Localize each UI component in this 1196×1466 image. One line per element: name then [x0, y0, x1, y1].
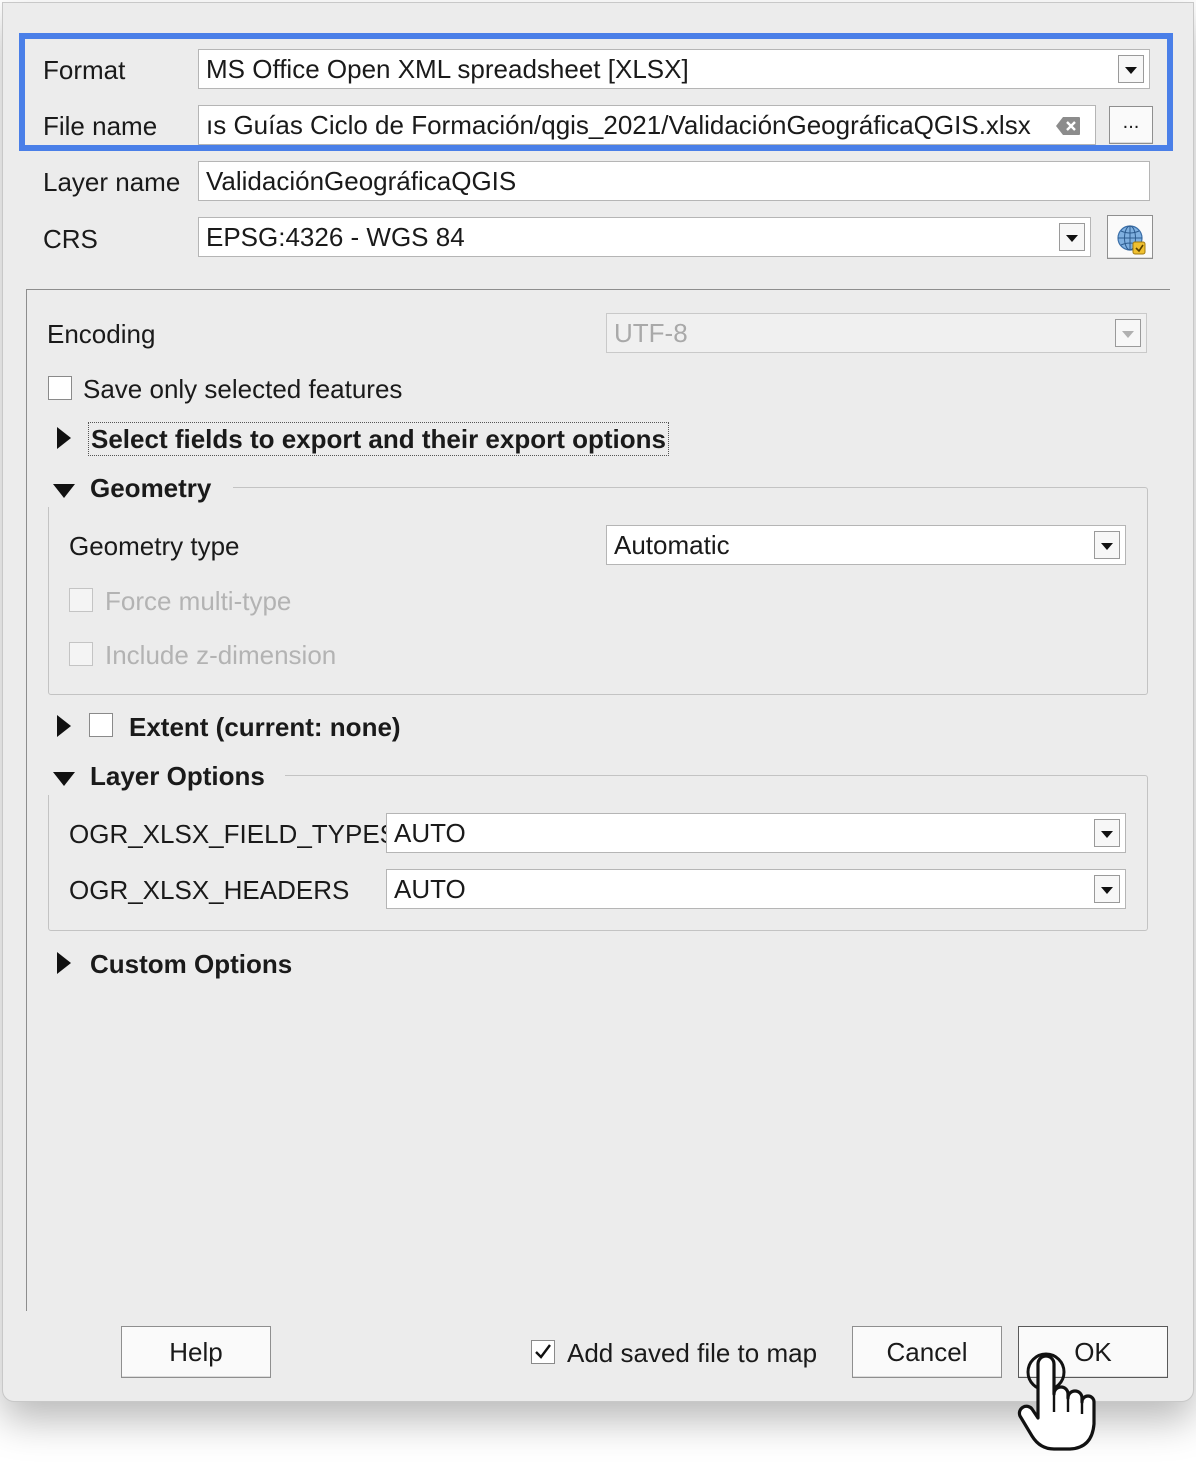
- geometry-type-combo[interactable]: Automatic: [606, 525, 1126, 565]
- add-to-map-label: Add saved file to map: [567, 1338, 818, 1368]
- layer-option-value: AUTO: [394, 818, 466, 848]
- chevron-down-icon[interactable]: [1094, 531, 1120, 559]
- encoding-label: Encoding: [47, 319, 156, 349]
- layer-option-value: AUTO: [394, 874, 466, 904]
- geometry-title[interactable]: Geometry: [90, 473, 211, 504]
- highlight-frame: [19, 33, 1173, 151]
- include-z-label: Include z-dimension: [105, 640, 337, 670]
- encoding-combo: UTF-8: [606, 313, 1147, 353]
- save-selected-label: Save only selected features: [83, 374, 403, 404]
- headers-combo[interactable]: AUTO: [386, 869, 1126, 909]
- checkmark-icon: [535, 1344, 551, 1359]
- expand-arrow-icon[interactable]: [57, 427, 71, 449]
- layername-input[interactable]: ValidaciónGeográficaQGIS: [198, 161, 1150, 201]
- collapse-arrow-icon[interactable]: [53, 772, 75, 786]
- globe-icon: [1115, 222, 1147, 272]
- layername-value: ValidaciónGeográficaQGIS: [206, 166, 517, 196]
- hand-pointer-icon: [1016, 1350, 1096, 1459]
- chevron-down-icon: [1115, 319, 1141, 347]
- cancel-button[interactable]: Cancel: [852, 1326, 1002, 1378]
- collapse-arrow-icon[interactable]: [53, 484, 75, 498]
- custom-options-title[interactable]: Custom Options: [90, 949, 292, 980]
- crs-value: EPSG:4326 - WGS 84: [206, 222, 465, 252]
- save-vector-layer-dialog: Format MS Office Open XML spreadsheet [X…: [2, 2, 1194, 1402]
- geometry-type-label: Geometry type: [69, 531, 240, 561]
- force-multi-label: Force multi-type: [105, 586, 292, 616]
- chevron-down-icon[interactable]: [1094, 875, 1120, 903]
- expand-arrow-icon[interactable]: [57, 952, 71, 974]
- encoding-value: UTF-8: [614, 318, 688, 348]
- chevron-down-icon[interactable]: [1059, 223, 1085, 251]
- crs-label: CRS: [43, 224, 98, 254]
- chevron-down-icon[interactable]: [1094, 819, 1120, 847]
- help-button[interactable]: Help: [121, 1326, 271, 1378]
- extent-checkbox[interactable]: [89, 713, 113, 737]
- geometry-type-value: Automatic: [614, 530, 730, 560]
- crs-combo[interactable]: EPSG:4326 - WGS 84: [198, 217, 1091, 257]
- layername-label: Layer name: [43, 167, 181, 197]
- layer-option-key: OGR_XLSX_FIELD_TYPES: [69, 819, 398, 849]
- force-multi-checkbox: [69, 588, 93, 612]
- crs-select-button[interactable]: [1107, 215, 1153, 259]
- save-selected-checkbox[interactable]: [48, 376, 72, 400]
- select-fields-section[interactable]: Select fields to export and their export…: [88, 422, 669, 456]
- field-types-combo[interactable]: AUTO: [386, 813, 1126, 853]
- extent-title[interactable]: Extent (current: none): [129, 712, 401, 743]
- layer-option-key: OGR_XLSX_HEADERS: [69, 875, 350, 905]
- add-to-map-checkbox[interactable]: [531, 1340, 555, 1364]
- layer-options-title[interactable]: Layer Options: [90, 761, 265, 792]
- include-z-checkbox: [69, 642, 93, 666]
- expand-arrow-icon[interactable]: [57, 715, 71, 737]
